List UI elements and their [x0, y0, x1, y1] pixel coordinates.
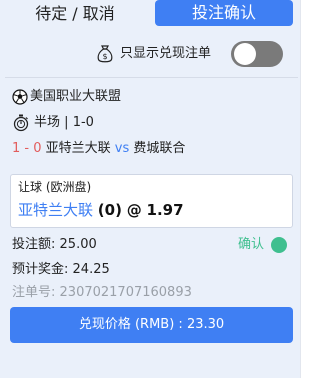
selection-at: @ — [126, 201, 142, 219]
vs-label: vs — [114, 141, 130, 156]
tab-pending-cancelled[interactable]: 待定 / 取消 — [10, 3, 140, 25]
league-name: 美国职业大联盟 — [30, 89, 122, 104]
soccer-ball-icon — [12, 89, 28, 105]
period-score: 1-0 — [72, 115, 94, 130]
money-bag-icon: $ — [97, 45, 113, 63]
bet-tabs: 待定 / 取消 投注确认 — [0, 0, 300, 28]
ticket-line: 注单号: 2307021707160893 — [12, 284, 192, 302]
tab-bet-confirmed[interactable]: 投注确认 — [155, 0, 293, 26]
payout-label: 预计奖金: — [12, 262, 69, 277]
stake-value: 25.00 — [59, 237, 97, 252]
stopwatch-icon — [13, 114, 29, 132]
stake-line: 投注额: 25.00 — [12, 236, 97, 254]
status-label: 确认 — [238, 237, 265, 252]
right-edge-cap — [301, 0, 322, 28]
market-type: 让球 (欧洲盘) — [18, 180, 92, 194]
period-label: 半场 — [34, 115, 61, 130]
bet-card: 美国职业大联盟 半场 | 1-0 1 - 0 亚特兰大联 vs 费城联合 让球 … — [5, 77, 298, 377]
right-edge-strip — [300, 0, 322, 378]
ticket-number: 2307021707160893 — [59, 285, 192, 300]
payout-line: 预计奖金: 24.25 — [12, 261, 110, 279]
selection-team: 亚特兰大联 — [18, 201, 94, 219]
home-team: 亚特兰大联 — [45, 141, 111, 156]
cashout-only-label: 只显示兑现注单 — [120, 46, 212, 61]
cashout-button[interactable]: 兑现价格 (RMB) : 23.30 — [10, 307, 293, 343]
selection-handicap: (0) — [97, 201, 122, 219]
toggle-knob — [234, 43, 256, 65]
svg-text:$: $ — [102, 52, 107, 61]
cashout-label: 兑现价格 (RMB) : — [78, 317, 183, 332]
period-separator: | — [64, 115, 69, 130]
away-team: 费城联合 — [133, 141, 186, 156]
selection-line: 亚特兰大联 (0) @ 1.97 — [18, 199, 184, 221]
selection-odds: 1.97 — [146, 201, 184, 219]
stake-label: 投注额: — [12, 237, 56, 252]
selection-box: 让球 (欧洲盘) 亚特兰大联 (0) @ 1.97 — [10, 174, 293, 228]
live-score: 1 - 0 — [12, 141, 42, 156]
ticket-label: 注单号: — [12, 285, 56, 300]
cashout-only-toggle[interactable] — [231, 41, 283, 67]
match-period: 半场 | 1-0 — [34, 114, 94, 132]
status-dot-icon — [271, 237, 287, 253]
match-line: 1 - 0 亚特兰大联 vs 费城联合 — [12, 140, 185, 158]
cashout-value: 23.30 — [186, 317, 225, 332]
payout-value: 24.25 — [72, 262, 110, 277]
